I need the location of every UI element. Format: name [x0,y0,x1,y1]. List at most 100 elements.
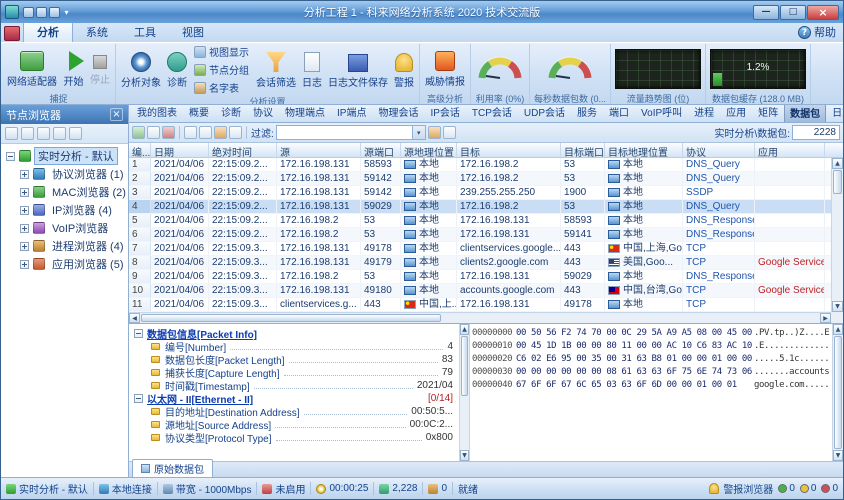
apply-filter-icon[interactable] [427,126,441,139]
expander-icon[interactable] [20,241,29,251]
view-tab-12[interactable]: VoIP呼叫 [635,105,688,122]
quick-access-dropdown-icon[interactable] [62,7,71,18]
stop-button[interactable]: 停止 [87,50,113,86]
network-adapter-button[interactable]: 网络适配器 [4,49,60,88]
tree-item-0[interactable]: 实时分析 - 默认 [1,147,128,165]
column-header-1[interactable]: 日期 [151,143,209,157]
help-button[interactable]: 帮助 [798,24,840,42]
table-row[interactable]: 5 2021/04/06 22:15:09.2... 172.16.198.2 53 本地… [129,214,831,228]
view-tab-17[interactable]: 日志 [826,105,843,122]
scroll-right-icon[interactable]: ▶ [820,313,831,323]
view-tab-10[interactable]: 服务 [571,105,603,122]
panel-close-icon[interactable] [110,108,123,121]
view-tab-8[interactable]: TCP会话 [466,105,518,122]
scroll-up-icon[interactable]: ▲ [832,158,843,169]
raw-packet-tab[interactable]: 原始数据包 [132,459,213,477]
tree-collapse-icon[interactable] [21,127,34,140]
view-tab-15[interactable]: 矩阵 [752,105,784,122]
view-tab-16[interactable]: 数据包 [784,105,827,122]
status-item-2[interactable]: 带宽 - 1000Mbps [162,481,251,496]
filter-dropdown-icon[interactable] [411,126,425,139]
view-display-button[interactable]: 视图显示 [194,44,249,59]
packet-pause-icon[interactable] [147,126,160,139]
view-tab-3[interactable]: 协议 [247,105,279,122]
name-table-button[interactable]: 名字表 [194,80,249,95]
view-tab-7[interactable]: IP会话 [424,105,465,122]
expander-icon[interactable] [20,169,29,179]
close-button[interactable] [807,4,839,20]
scroll-down-icon[interactable]: ▼ [832,301,843,312]
view-tab-13[interactable]: 进程 [688,105,720,122]
view-tab-6[interactable]: 物理会话 [372,105,424,122]
analysis-object-button[interactable]: 分析对象 [118,50,164,89]
table-row[interactable]: 9 2021/04/06 22:15:09.3... 172.16.198.2 53 本地… [129,270,831,284]
column-header-8[interactable]: 目标地理位置 [605,143,683,157]
column-header-4[interactable]: 源端口 [361,143,401,157]
vertical-scrollbar[interactable]: ▲ ▼ [831,158,843,312]
scroll-up-icon[interactable]: ▲ [460,324,469,335]
view-tab-14[interactable]: 应用 [720,105,752,122]
status-item-3[interactable]: 未启用 [262,481,305,496]
column-header-9[interactable]: 协议 [683,143,755,157]
tree-item-2[interactable]: MAC浏览器 (2) [1,183,128,201]
scroll-up-icon[interactable]: ▲ [833,324,843,335]
status-item-1[interactable]: 本地连接 [98,481,152,496]
table-row[interactable]: 8 2021/04/06 22:15:09.3... 172.16.198.131 49… [129,256,831,270]
scroll-down-icon[interactable]: ▼ [833,450,843,461]
expander-icon[interactable] [20,205,29,215]
filter-input[interactable] [276,126,412,139]
status-item-7[interactable]: 就绪 [458,481,478,496]
decode-scrollbar[interactable]: ▲ ▼ [459,324,470,461]
tree-filter-icon[interactable] [37,127,50,140]
threat-intel-button[interactable]: 威胁情报 [422,49,468,88]
quick-save-icon[interactable] [49,6,60,18]
node-group-button[interactable]: 节点分组 [194,62,249,77]
column-header-10[interactable]: 应用 [755,143,825,157]
tree-add-icon[interactable] [53,127,66,140]
view-tab-11[interactable]: 端口 [603,105,635,122]
expander-icon[interactable] [20,223,29,233]
log-save-button[interactable]: 日志文件保存 [325,50,391,89]
horizontal-scrollbar[interactable]: ◀ ▶ [129,312,831,323]
view-tab-2[interactable]: 诊断 [215,105,247,122]
table-row[interactable]: 2 2021/04/06 22:15:09.2... 172.16.198.131 59… [129,172,831,186]
start-button[interactable]: 开始 [60,49,87,88]
diagnose-button[interactable]: 诊断 [164,50,190,89]
table-row[interactable]: 11 2021/04/06 22:15:09.3... clientservices.… [129,298,831,312]
export-icon[interactable] [184,126,197,139]
tree-item-5[interactable]: 进程浏览器 (4) [1,237,128,255]
hex-scroll-thumb[interactable] [834,336,842,449]
column-header-6[interactable]: 目标 [457,143,561,157]
decode-scroll-thumb[interactable] [461,336,468,396]
ribbon-tab-2[interactable]: 工具 [121,22,169,42]
column-header-0[interactable]: 编... [129,143,151,157]
quick-new-icon[interactable] [23,6,34,18]
quick-open-icon[interactable] [36,6,47,18]
hex-scrollbar[interactable]: ▲ ▼ [832,324,843,461]
tree-item-6[interactable]: 应用浏览器 (5) [1,255,128,273]
expander-icon[interactable] [134,394,143,403]
minimize-button[interactable] [753,4,779,20]
view-tab-9[interactable]: UDP会话 [518,105,571,122]
print-icon[interactable] [199,126,212,139]
status-item-0[interactable]: 实时分析 - 默认 [6,481,88,496]
packet-clear-icon[interactable] [162,126,175,139]
session-filter-button[interactable]: 会话筛选 [253,50,299,89]
scroll-left-icon[interactable]: ◀ [129,313,140,323]
table-row[interactable]: 4 2021/04/06 22:15:09.2... 172.16.198.131 59… [129,200,831,214]
view-tab-4[interactable]: 物理端点 [279,105,331,122]
tree-settings-icon[interactable] [69,127,82,140]
table-row[interactable]: 1 2021/04/06 22:15:09.2... 172.16.198.131 58… [129,158,831,172]
log-button[interactable]: 日志 [299,50,325,89]
expander-icon[interactable] [6,151,15,161]
alert-explorer-button[interactable]: 警报浏览器 [709,481,773,496]
view-tab-0[interactable]: 我的图表 [131,105,183,122]
vertical-scroll-thumb[interactable] [833,170,842,194]
packet-play-icon[interactable] [132,126,145,139]
column-header-7[interactable]: 目标端口 [561,143,605,157]
view-tab-5[interactable]: IP端点 [331,105,372,122]
column-header-3[interactable]: 源 [277,143,361,157]
scroll-down-icon[interactable]: ▼ [460,450,469,461]
tree-expand-icon[interactable] [5,127,18,140]
expander-icon[interactable] [20,187,29,197]
